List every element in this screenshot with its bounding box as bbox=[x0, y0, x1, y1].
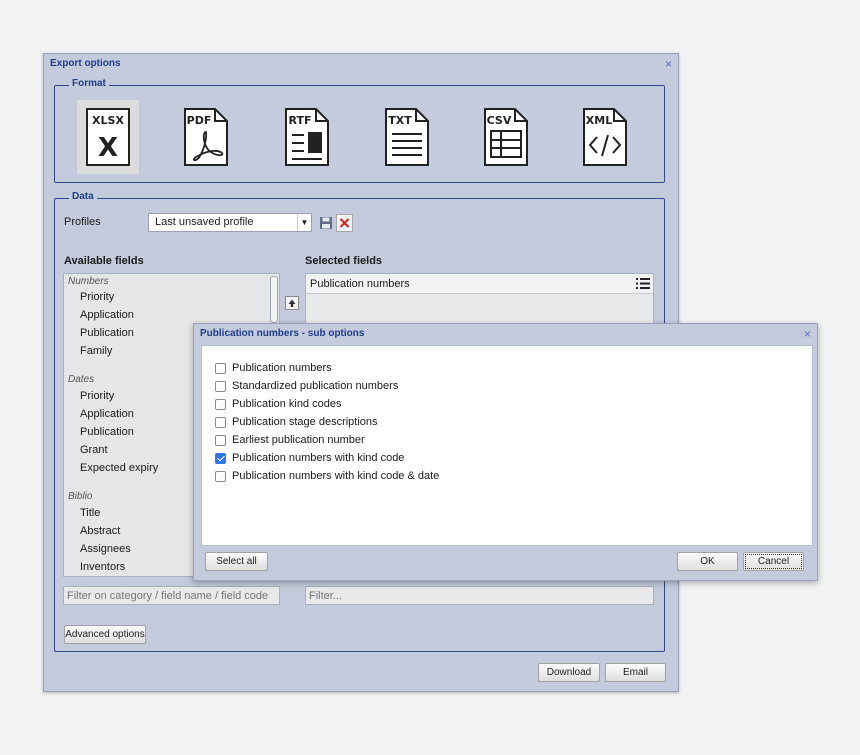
pdf-file-icon: PDF bbox=[184, 108, 228, 166]
profiles-label: Profiles bbox=[64, 216, 101, 228]
selected-fields-heading: Selected fields bbox=[305, 255, 383, 267]
selected-field-row[interactable]: Publication numbers bbox=[306, 274, 653, 294]
select-all-button[interactable]: Select all bbox=[205, 552, 268, 571]
list-category-numbers: Numbers bbox=[68, 276, 109, 287]
txt-file-icon: TXT bbox=[385, 108, 429, 166]
checkbox[interactable] bbox=[215, 435, 226, 446]
move-field-button[interactable] bbox=[285, 296, 299, 310]
format-xlsx-button[interactable]: XLSX X bbox=[77, 100, 139, 174]
format-pdf-button[interactable]: PDF bbox=[175, 100, 237, 174]
download-button[interactable]: Download bbox=[538, 663, 600, 682]
format-label-rtf: RTF bbox=[289, 114, 312, 127]
delete-profile-button[interactable] bbox=[336, 214, 353, 232]
sub-options-dialog: Publication numbers - sub options × Publ… bbox=[193, 323, 818, 581]
list-item[interactable]: Expected expiry bbox=[80, 462, 158, 474]
option-label: Standardized publication numbers bbox=[232, 380, 399, 392]
format-txt-button[interactable]: TXT bbox=[376, 100, 438, 174]
option-label: Publication numbers with kind code & dat… bbox=[232, 470, 440, 482]
svg-text:X: X bbox=[98, 133, 118, 163]
option-label: Publication numbers bbox=[232, 362, 332, 374]
list-item[interactable]: Publication bbox=[80, 327, 134, 339]
option-label: Publication kind codes bbox=[232, 398, 342, 410]
checkbox[interactable] bbox=[215, 399, 226, 410]
format-legend: Format bbox=[69, 78, 109, 89]
email-button[interactable]: Email bbox=[605, 663, 666, 682]
format-label-csv: CSV bbox=[487, 114, 512, 127]
data-legend: Data bbox=[69, 191, 97, 202]
close-icon[interactable]: × bbox=[804, 324, 811, 344]
cancel-button[interactable]: Cancel bbox=[743, 552, 804, 571]
option-label: Publication numbers with kind code bbox=[232, 452, 405, 464]
list-item[interactable]: Abstract bbox=[80, 525, 120, 537]
list-options-icon[interactable] bbox=[636, 277, 650, 290]
checkbox-checked[interactable] bbox=[215, 453, 226, 464]
xlsx-file-icon: XLSX X bbox=[86, 108, 130, 166]
delete-icon bbox=[339, 218, 350, 228]
option-label: Earliest publication number bbox=[232, 434, 365, 446]
csv-file-icon: CSV bbox=[484, 108, 528, 166]
chevron-down-icon: ▼ bbox=[297, 214, 311, 231]
list-item[interactable]: Application bbox=[80, 309, 134, 321]
ok-button[interactable]: OK bbox=[677, 552, 738, 571]
save-profile-icon[interactable] bbox=[319, 216, 333, 230]
list-item[interactable]: Title bbox=[80, 507, 100, 519]
format-csv-button[interactable]: CSV bbox=[475, 100, 537, 174]
format-label-xlsx: XLSX bbox=[92, 114, 124, 127]
sub-options-panel: Publication numbers Standardized publica… bbox=[201, 345, 813, 546]
sub-dialog-title: Publication numbers - sub options bbox=[200, 328, 365, 339]
close-icon[interactable]: × bbox=[665, 54, 672, 74]
list-category-dates: Dates bbox=[68, 374, 95, 385]
list-item[interactable]: Priority bbox=[80, 291, 114, 303]
advanced-options-button[interactable]: Advanced options bbox=[64, 625, 146, 644]
available-filter-input[interactable] bbox=[63, 586, 280, 605]
selected-field-label: Publication numbers bbox=[310, 278, 410, 290]
checkbox[interactable] bbox=[215, 471, 226, 482]
format-label-pdf: PDF bbox=[187, 114, 212, 127]
dialog-title: Export options bbox=[50, 58, 121, 69]
list-item[interactable]: Priority bbox=[80, 390, 114, 402]
list-scrollbar[interactable] bbox=[270, 276, 278, 323]
selected-filter-input[interactable] bbox=[305, 586, 654, 605]
checkbox[interactable] bbox=[215, 363, 226, 374]
xml-file-icon: XML bbox=[583, 108, 627, 166]
arrow-up-icon bbox=[288, 299, 296, 307]
checkbox[interactable] bbox=[215, 417, 226, 428]
profile-select[interactable]: Last unsaved profile ▼ bbox=[148, 213, 312, 232]
checkbox[interactable] bbox=[215, 381, 226, 392]
profile-value: Last unsaved profile bbox=[155, 216, 254, 228]
format-label-xml: XML bbox=[586, 114, 612, 127]
list-item[interactable]: Application bbox=[80, 408, 134, 420]
format-rtf-button[interactable]: RTF bbox=[276, 100, 338, 174]
list-category-biblio: Biblio bbox=[68, 491, 93, 502]
list-item[interactable]: Assignees bbox=[80, 543, 131, 555]
option-label: Publication stage descriptions bbox=[232, 416, 378, 428]
rtf-file-icon: RTF bbox=[285, 108, 329, 166]
format-xml-button[interactable]: XML bbox=[574, 100, 636, 174]
format-fieldset: Format XLSX X PDF RTF TXT CSV XML bbox=[54, 78, 665, 183]
available-fields-heading: Available fields bbox=[64, 255, 144, 267]
list-item[interactable]: Grant bbox=[80, 444, 108, 456]
format-label-txt: TXT bbox=[388, 114, 412, 127]
list-item[interactable]: Family bbox=[80, 345, 112, 357]
list-item[interactable]: Inventors bbox=[80, 561, 125, 573]
list-item[interactable]: Publication bbox=[80, 426, 134, 438]
